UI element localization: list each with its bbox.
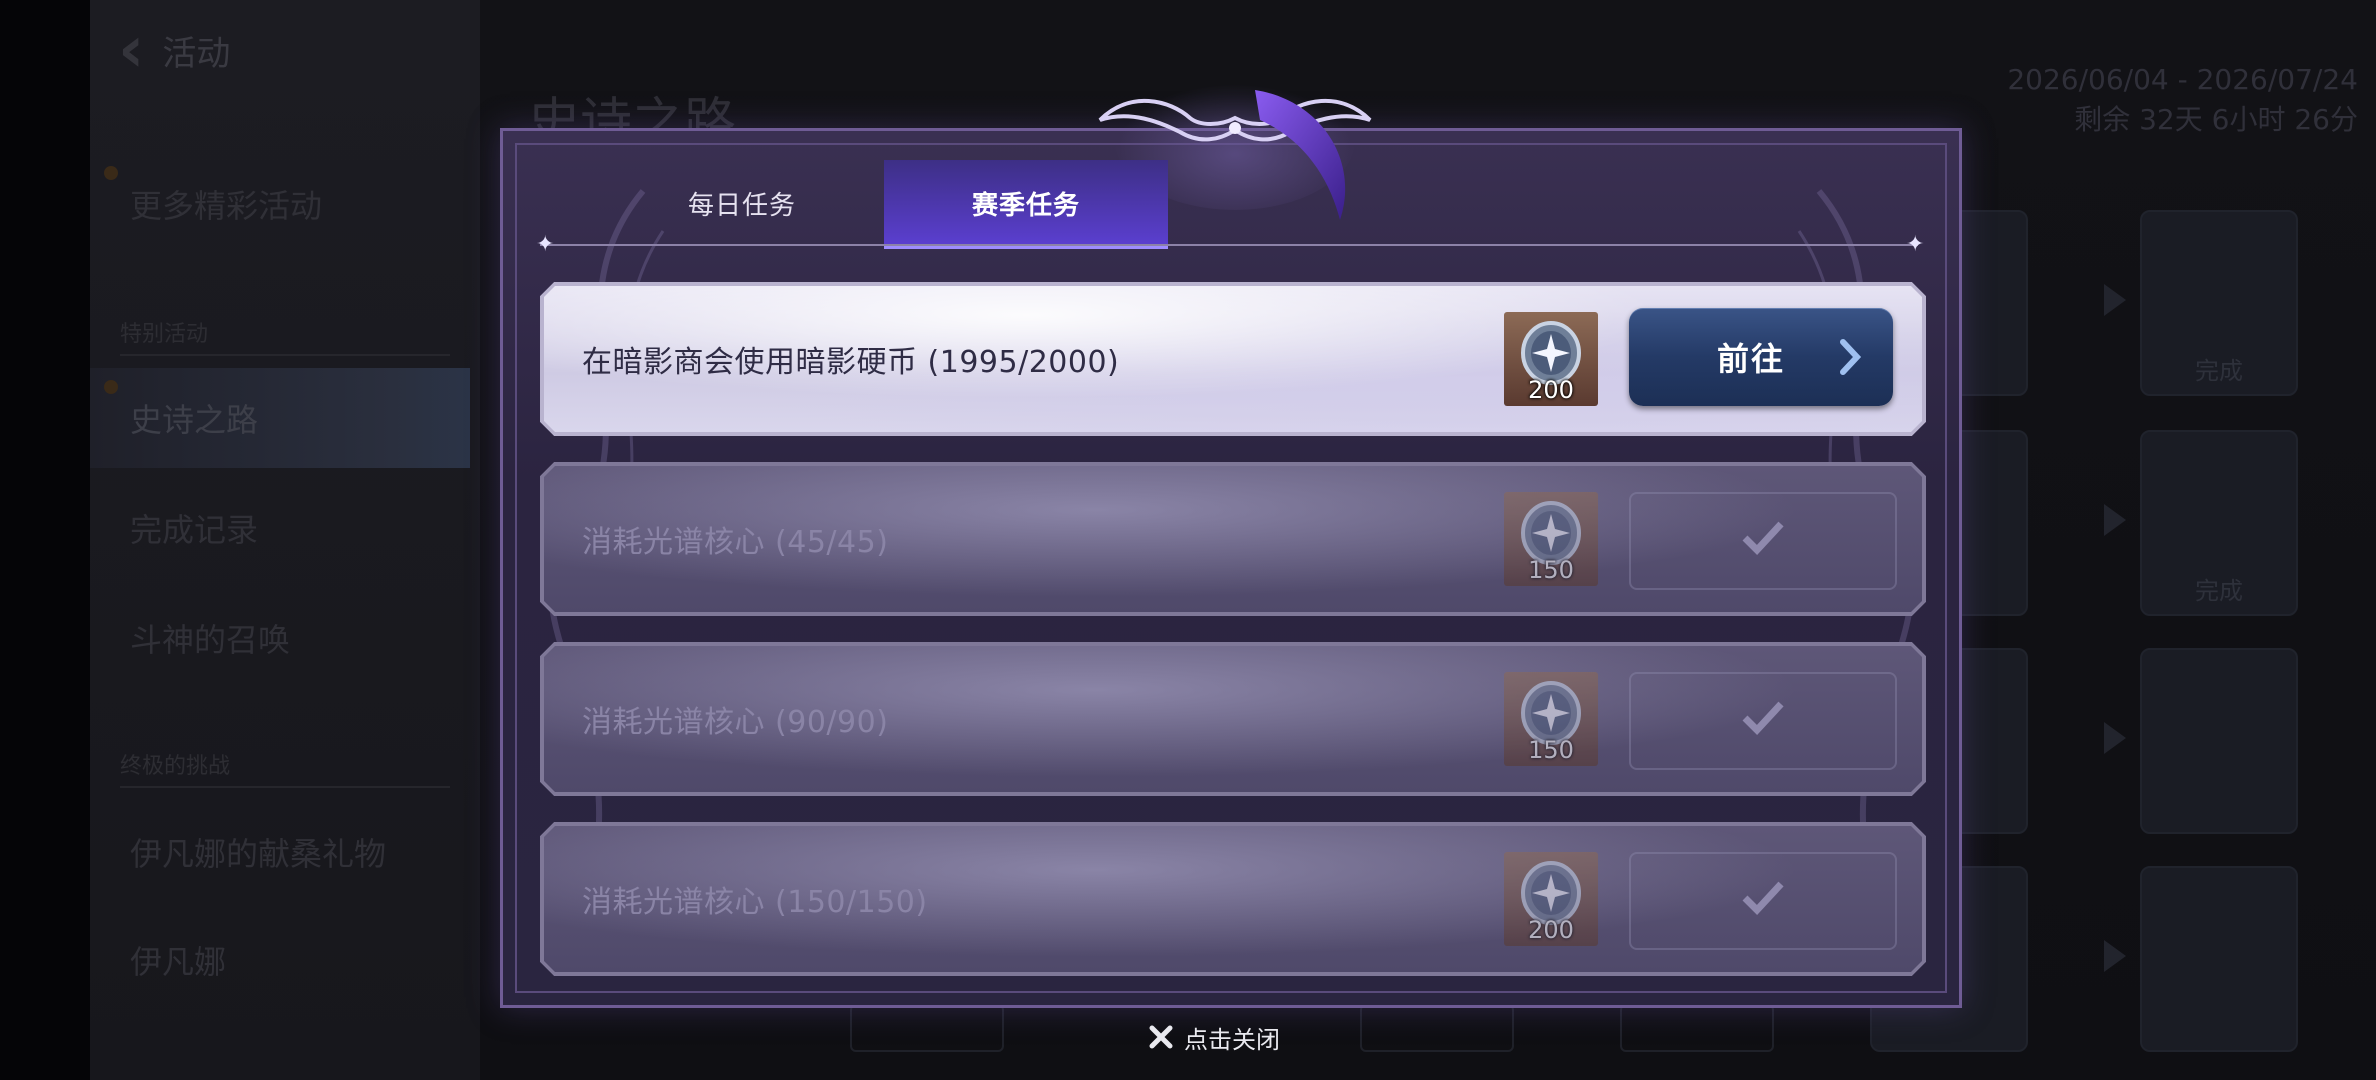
goto-button[interactable]: 前往 bbox=[1629, 308, 1893, 406]
check-icon bbox=[1742, 521, 1784, 556]
sparkle-icon: ✦ bbox=[536, 232, 555, 257]
tab-divider bbox=[540, 244, 1918, 246]
sparkle-icon: ✦ bbox=[1906, 232, 1925, 257]
task-description: 在暗影商会使用暗影硬币 (1995/2000) bbox=[582, 345, 1120, 380]
sidebar-item-epic[interactable]: 史诗之路 bbox=[90, 368, 470, 468]
completed-indicator bbox=[1629, 852, 1897, 950]
sidebar-section-special: 特别活动 bbox=[120, 316, 450, 356]
completed-indicator bbox=[1629, 492, 1897, 590]
sidebar-item-label: 史诗之路 bbox=[130, 401, 259, 439]
bg-box bbox=[850, 1004, 1004, 1052]
task-description: 消耗光谱核心 (150/150) bbox=[582, 885, 928, 920]
bg-reward-tile: 完成 bbox=[2140, 430, 2298, 616]
back-button[interactable]: ‹ 活动 bbox=[118, 13, 231, 87]
bg-reward-tile: 完成 bbox=[2140, 210, 2298, 396]
reward-amount: 150 bbox=[1528, 556, 1574, 584]
task-row: 消耗光谱核心 (45/45) 150 bbox=[540, 462, 1926, 616]
goto-label: 前往 bbox=[1716, 340, 1785, 378]
task-row: 消耗光谱核心 (150/150) 200 bbox=[540, 822, 1926, 976]
reward-item[interactable]: 150 bbox=[1504, 672, 1598, 766]
reward-amount: 200 bbox=[1528, 916, 1574, 944]
arrow-icon bbox=[2104, 504, 2126, 536]
sidebar-item-label: 斗神的召唤 bbox=[130, 621, 291, 659]
sidebar-item-label: 完成记录 bbox=[130, 511, 259, 549]
back-label: 活动 bbox=[162, 33, 231, 74]
bg-reward-tile bbox=[2140, 866, 2298, 1052]
date-range: 2026/06/04 - 2026/07/24 bbox=[2007, 63, 2358, 96]
reward-item[interactable]: 150 bbox=[1504, 492, 1598, 586]
sidebar-item-records[interactable]: 完成记录 bbox=[90, 478, 470, 578]
completed-indicator bbox=[1629, 672, 1897, 770]
sidebar-item-gift[interactable]: 伊凡娜的献桑礼物 bbox=[90, 802, 470, 902]
task-row: 消耗光谱核心 (90/90) 150 bbox=[540, 642, 1926, 796]
reward-amount: 200 bbox=[1528, 376, 1574, 404]
sidebar-item-more[interactable]: 更多精彩活动 bbox=[90, 154, 470, 254]
arrow-icon bbox=[2104, 722, 2126, 754]
bg-box bbox=[1360, 1004, 1514, 1052]
task-description: 消耗光谱核心 (45/45) bbox=[582, 525, 889, 560]
close-button[interactable]: 点击关闭 bbox=[1148, 1018, 1280, 1056]
close-x-icon bbox=[1149, 1025, 1173, 1049]
tile-status-label: 完成 bbox=[2195, 577, 2243, 605]
task-row: 在暗影商会使用暗影硬币 (1995/2000) 200 前往 bbox=[540, 282, 1926, 436]
time-remaining: 剩余 32天 6小时 26分 bbox=[2074, 103, 2358, 136]
reward-item[interactable]: 200 bbox=[1504, 312, 1598, 406]
sidebar-item-label: 伊凡娜 bbox=[130, 943, 227, 981]
tile-status-label: 完成 bbox=[2195, 357, 2243, 385]
task-tabs: 每日任务 赛季任务 bbox=[600, 160, 1168, 249]
bg-reward-tile bbox=[2140, 648, 2298, 834]
tab-daily-tasks[interactable]: 每日任务 bbox=[600, 160, 884, 246]
task-description: 消耗光谱核心 (90/90) bbox=[582, 705, 889, 740]
check-icon bbox=[1742, 881, 1784, 916]
sidebar-item-summon[interactable]: 斗神的召唤 bbox=[90, 588, 470, 688]
sidebar-item-ivana[interactable]: 伊凡娜 bbox=[90, 910, 470, 1010]
close-label: 点击关闭 bbox=[1184, 1025, 1280, 1054]
sidebar-item-label: 伊凡娜的献桑礼物 bbox=[130, 835, 387, 873]
tab-season-tasks[interactable]: 赛季任务 bbox=[884, 160, 1168, 249]
reward-amount: 150 bbox=[1528, 736, 1574, 764]
event-period: 2026/06/04 - 2026/07/24 剩余 32天 6小时 26分 bbox=[2007, 60, 2358, 140]
arrow-icon bbox=[2104, 284, 2126, 316]
bg-box bbox=[1620, 1004, 1774, 1052]
reward-item[interactable]: 200 bbox=[1504, 852, 1598, 946]
arrow-icon bbox=[2104, 940, 2126, 972]
sidebar-section-ultimate: 终极的挑战 bbox=[120, 748, 450, 788]
check-icon bbox=[1742, 701, 1784, 736]
notification-dot bbox=[104, 380, 118, 394]
chevron-right-icon bbox=[1840, 339, 1862, 375]
back-chevron-icon: ‹ bbox=[118, 13, 145, 87]
sidebar-item-label: 更多精彩活动 bbox=[130, 187, 323, 225]
